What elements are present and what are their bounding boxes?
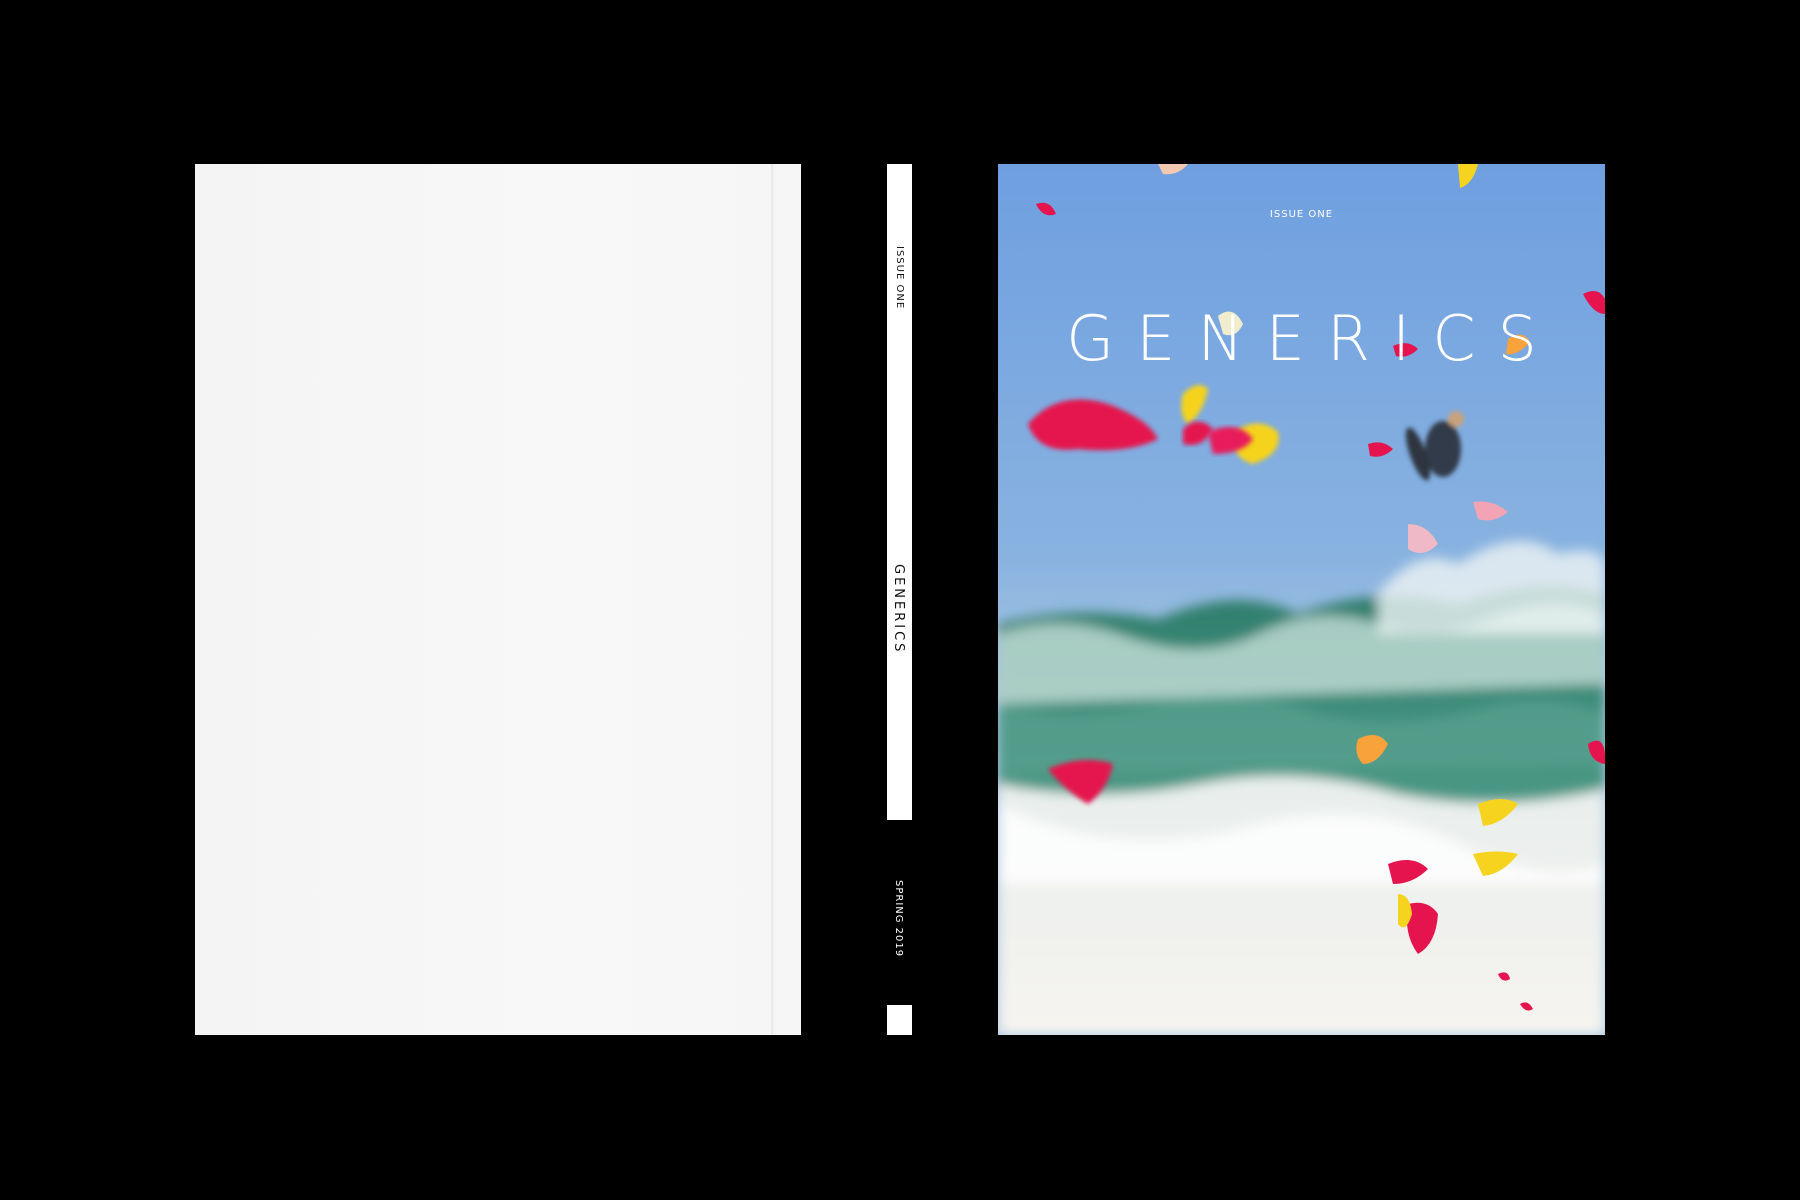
- cover-photo: [998, 164, 1605, 1035]
- spine-block: [887, 1005, 912, 1035]
- back-cover: [195, 164, 801, 1035]
- back-cover-hinge: [771, 164, 775, 1035]
- spine-season-label: SPRING 2019: [893, 880, 904, 958]
- issue-label: ISSUE ONE: [1269, 209, 1334, 220]
- front-cover: ISSUE ONE GENERICS: [998, 164, 1605, 1035]
- spine-issue-label: ISSUE ONE: [894, 246, 905, 310]
- cover-title: GENERICS: [1066, 302, 1559, 375]
- spine-title: GENERICS: [891, 564, 906, 655]
